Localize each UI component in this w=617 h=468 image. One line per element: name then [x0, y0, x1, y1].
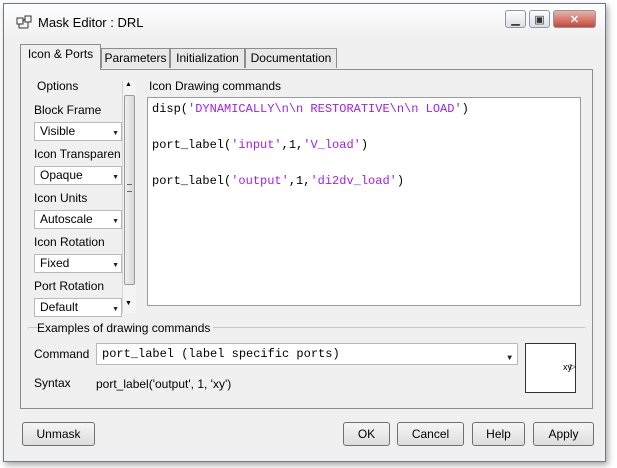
code-string: 'di2dv_load': [310, 174, 397, 188]
unmask-button[interactable]: Unmask: [22, 422, 95, 446]
icon-rotation-select[interactable]: Fixed ▼: [34, 254, 122, 273]
icon-units-value: Autoscale: [40, 212, 93, 226]
maximize-button[interactable]: ▣: [529, 10, 550, 28]
code-line-1: disp('DYNAMICALLY\n\n RESTORATIVE\n\n LO…: [152, 102, 469, 116]
cancel-button[interactable]: Cancel: [397, 422, 464, 446]
code-line-3: port_label('output',1,'di2dv_load'): [152, 174, 404, 188]
close-button[interactable]: ✕: [553, 10, 596, 28]
scroll-down-icon[interactable]: ▼: [125, 300, 132, 307]
code-string: 'input': [231, 138, 282, 152]
code-fn: disp(: [152, 102, 189, 116]
command-label: Command: [34, 347, 90, 361]
block-frame-label: Block Frame: [34, 103, 102, 117]
grip-icon: [127, 184, 132, 192]
port-rotation-select[interactable]: Default ▼: [34, 298, 122, 317]
tab-label: Documentation: [250, 51, 332, 65]
window-title: Mask Editor : DRL: [38, 15, 144, 30]
examples-group: [27, 327, 587, 403]
ok-button[interactable]: OK: [343, 422, 390, 446]
code-separator: ,1,: [288, 174, 311, 188]
chevron-down-icon: ▼: [112, 130, 119, 137]
code-string: 'output': [231, 174, 289, 188]
code-fn: port_label(: [152, 138, 232, 152]
chevron-down-icon: ▼: [112, 306, 119, 313]
options-scrollbar[interactable]: ▲ ▼: [122, 81, 136, 313]
apply-button[interactable]: Apply: [533, 422, 594, 446]
code-string: 'DYNAMICALLY\n\n RESTORATIVE\n\n LOAD': [188, 102, 462, 116]
tab-documentation[interactable]: Documentation: [245, 48, 337, 68]
tab-parameters[interactable]: Parameters: [101, 48, 170, 68]
code-paren: ): [360, 138, 369, 152]
code-line-2: port_label('input',1,'V_load'): [152, 138, 368, 152]
maximize-icon: ▣: [534, 13, 545, 26]
tab-initialization[interactable]: Initialization: [170, 48, 245, 68]
scrollbar-thumb[interactable]: [124, 95, 135, 285]
code-separator: ,1,: [281, 138, 304, 152]
minimize-button[interactable]: ▁: [505, 10, 526, 28]
code-paren: ): [461, 102, 469, 116]
tab-label: Initialization: [176, 51, 239, 65]
port-rotation-label: Port Rotation: [34, 279, 105, 293]
drawing-commands-editor[interactable]: disp('DYNAMICALLY\n\n RESTORATIVE\n\n LO…: [147, 97, 581, 306]
code-string: 'V_load': [303, 138, 361, 152]
drawing-commands-heading: Icon Drawing commands: [149, 79, 282, 93]
command-select[interactable]: port_label (label specific ports) ▼: [96, 343, 518, 365]
block-frame-value: Visible: [40, 124, 76, 138]
code-fn: port_label(: [152, 174, 232, 188]
close-icon: ✕: [569, 13, 580, 26]
chevron-down-icon: ▼: [112, 262, 119, 269]
chevron-down-icon: ▼: [112, 174, 119, 181]
icon-rotation-value: Fixed: [40, 256, 70, 270]
block-frame-select[interactable]: Visible ▼: [34, 122, 122, 141]
code-paren: ): [396, 174, 405, 188]
tab-label: Icon & Ports: [27, 47, 94, 61]
port-rotation-value: Default: [40, 300, 79, 314]
help-button[interactable]: Help: [472, 422, 525, 446]
chevron-down-icon: ▼: [112, 218, 119, 225]
simulink-block-icon: [16, 15, 32, 29]
chevron-down-icon: ▼: [507, 354, 512, 363]
examples-heading: Examples of drawing commands: [37, 321, 214, 335]
icon-transparency-value: Opaque: [40, 168, 83, 182]
tab-label: Parameters: [104, 51, 167, 65]
port-arrow-icon: ▷: [569, 362, 576, 371]
icon-units-select[interactable]: Autoscale ▼: [34, 210, 122, 229]
minimize-icon: ▁: [511, 13, 520, 26]
tab-icon-ports[interactable]: Icon & Ports: [20, 44, 101, 70]
options-heading: Options: [37, 79, 79, 93]
title-bar: Mask Editor : DRL ▁ ▣ ✕: [4, 4, 605, 38]
scroll-up-icon[interactable]: ▲: [125, 81, 132, 88]
icon-preview: xy ▷: [525, 343, 576, 393]
syntax-label: Syntax: [34, 376, 71, 390]
icon-rotation-label: Icon Rotation: [34, 235, 105, 249]
syntax-value: port_label('output', 1, 'xy'): [96, 377, 232, 391]
icon-units-label: Icon Units: [34, 191, 88, 205]
icon-transparency-label: Icon Transparen: [34, 147, 121, 161]
command-value: port_label (label specific ports): [102, 347, 340, 361]
icon-transparency-select[interactable]: Opaque ▼: [34, 166, 122, 185]
